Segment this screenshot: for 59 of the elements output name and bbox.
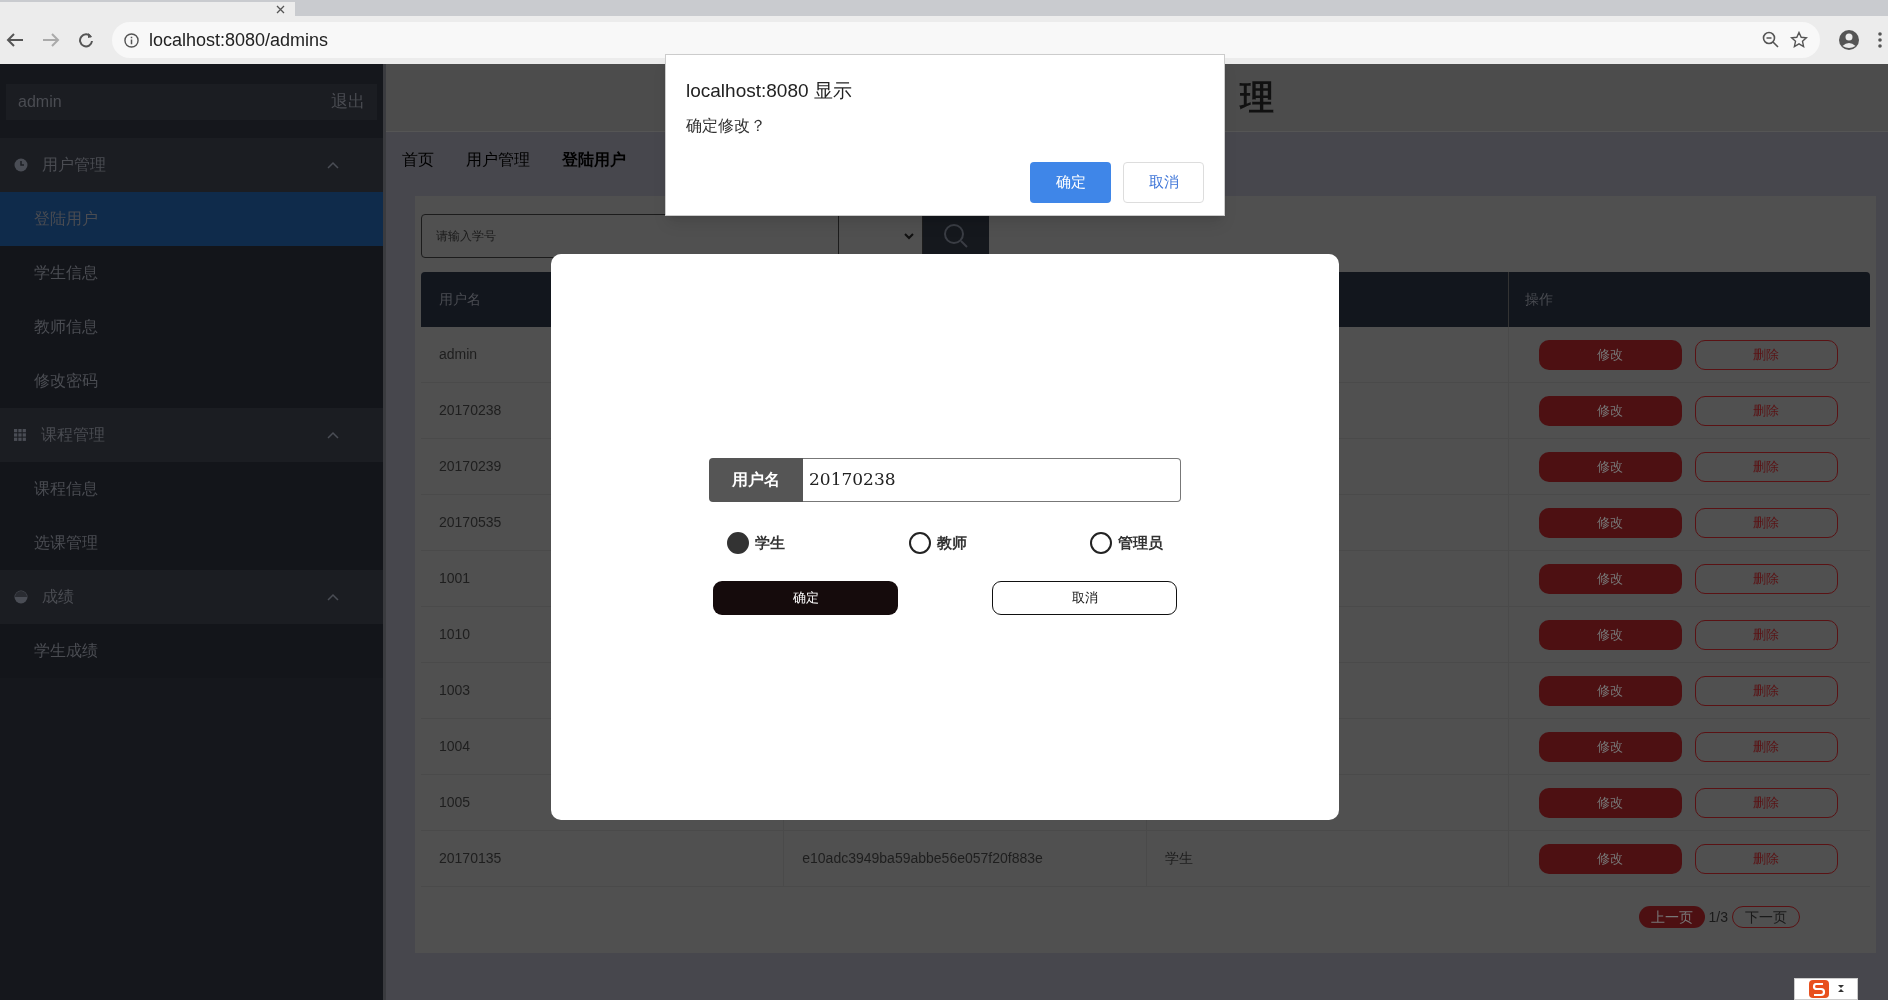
edit-button[interactable]: 修改 [1538,395,1682,426]
back-arrow-icon[interactable] [6,32,24,48]
alert-message: 确定修改？ [686,115,767,136]
previous-page-button[interactable]: 上一页 [1638,906,1705,928]
radio-label: 管理员 [1118,533,1163,554]
star-icon[interactable] [1790,31,1808,49]
username-field[interactable]: 20170238 [803,458,1181,502]
chevron-up-icon [327,431,339,439]
radio-button[interactable] [727,532,749,555]
breadcrumb-link[interactable]: 用户管理 [466,148,530,172]
edit-button[interactable]: 修改 [1538,843,1682,874]
radio-label: 教师 [936,533,967,554]
pie-icon [14,590,28,604]
breadcrumb-link[interactable]: 首页 [402,148,434,172]
breadcrumb-link[interactable]: 登陆用户 [562,148,626,172]
chevron-up-icon [327,161,339,169]
search-icon [942,223,970,249]
edit-button[interactable]: 修改 [1538,507,1682,538]
edit-button[interactable]: 修改 [1538,787,1682,818]
delete-button[interactable]: 删除 [1694,619,1838,650]
cancel-button[interactable]: 取消 [992,580,1177,615]
field-label: 用户名 [709,458,803,502]
delete-button[interactable]: 删除 [1694,731,1838,762]
grid-icon [14,428,27,442]
edit-button[interactable]: 修改 [1538,563,1682,594]
zoom-out-icon[interactable] [1762,31,1780,49]
edit-button[interactable]: 修改 [1538,619,1682,650]
edit-button[interactable]: 修改 [1538,339,1682,370]
delete-button[interactable]: 删除 [1694,507,1838,538]
delete-button[interactable]: 删除 [1694,563,1838,594]
delete-button[interactable]: 删除 [1694,843,1838,874]
ok-button[interactable]: 确定 [1030,161,1111,203]
info-icon[interactable] [124,32,139,48]
radio-label: 学生 [755,533,785,554]
chevron-up-icon [327,593,339,601]
ime-tray-icon[interactable] [1794,978,1858,1000]
close-icon[interactable] [276,4,285,14]
chevron-down-icon [904,232,914,240]
alert-title: localhost:8080 显示 [686,79,853,103]
reload-icon[interactable] [78,32,94,48]
edit-button[interactable]: 修改 [1538,675,1682,706]
delete-button[interactable]: 删除 [1694,451,1838,482]
delete-button[interactable]: 删除 [1694,339,1838,370]
radio-button[interactable] [908,532,931,555]
edit-button[interactable]: 修改 [1538,451,1682,482]
edit-button[interactable]: 修改 [1538,731,1682,762]
delete-button[interactable]: 删除 [1694,395,1838,426]
menu-item[interactable]: 登陆用户 [0,192,383,246]
page-title: 理 [1240,76,1274,119]
address-bar[interactable]: localhost:8080/admins [112,22,1820,58]
radio-button[interactable] [1090,532,1112,555]
delete-button[interactable]: 删除 [1694,675,1838,706]
confirm-button[interactable]: 确定 [713,580,898,615]
menu-icon[interactable] [1878,32,1882,48]
cancel-button[interactable]: 取消 [1123,161,1204,203]
url-text: localhost:8080/admins [149,28,330,52]
delete-button[interactable]: 删除 [1694,787,1838,818]
clock-icon [14,158,28,172]
account-icon[interactable] [1838,29,1860,51]
